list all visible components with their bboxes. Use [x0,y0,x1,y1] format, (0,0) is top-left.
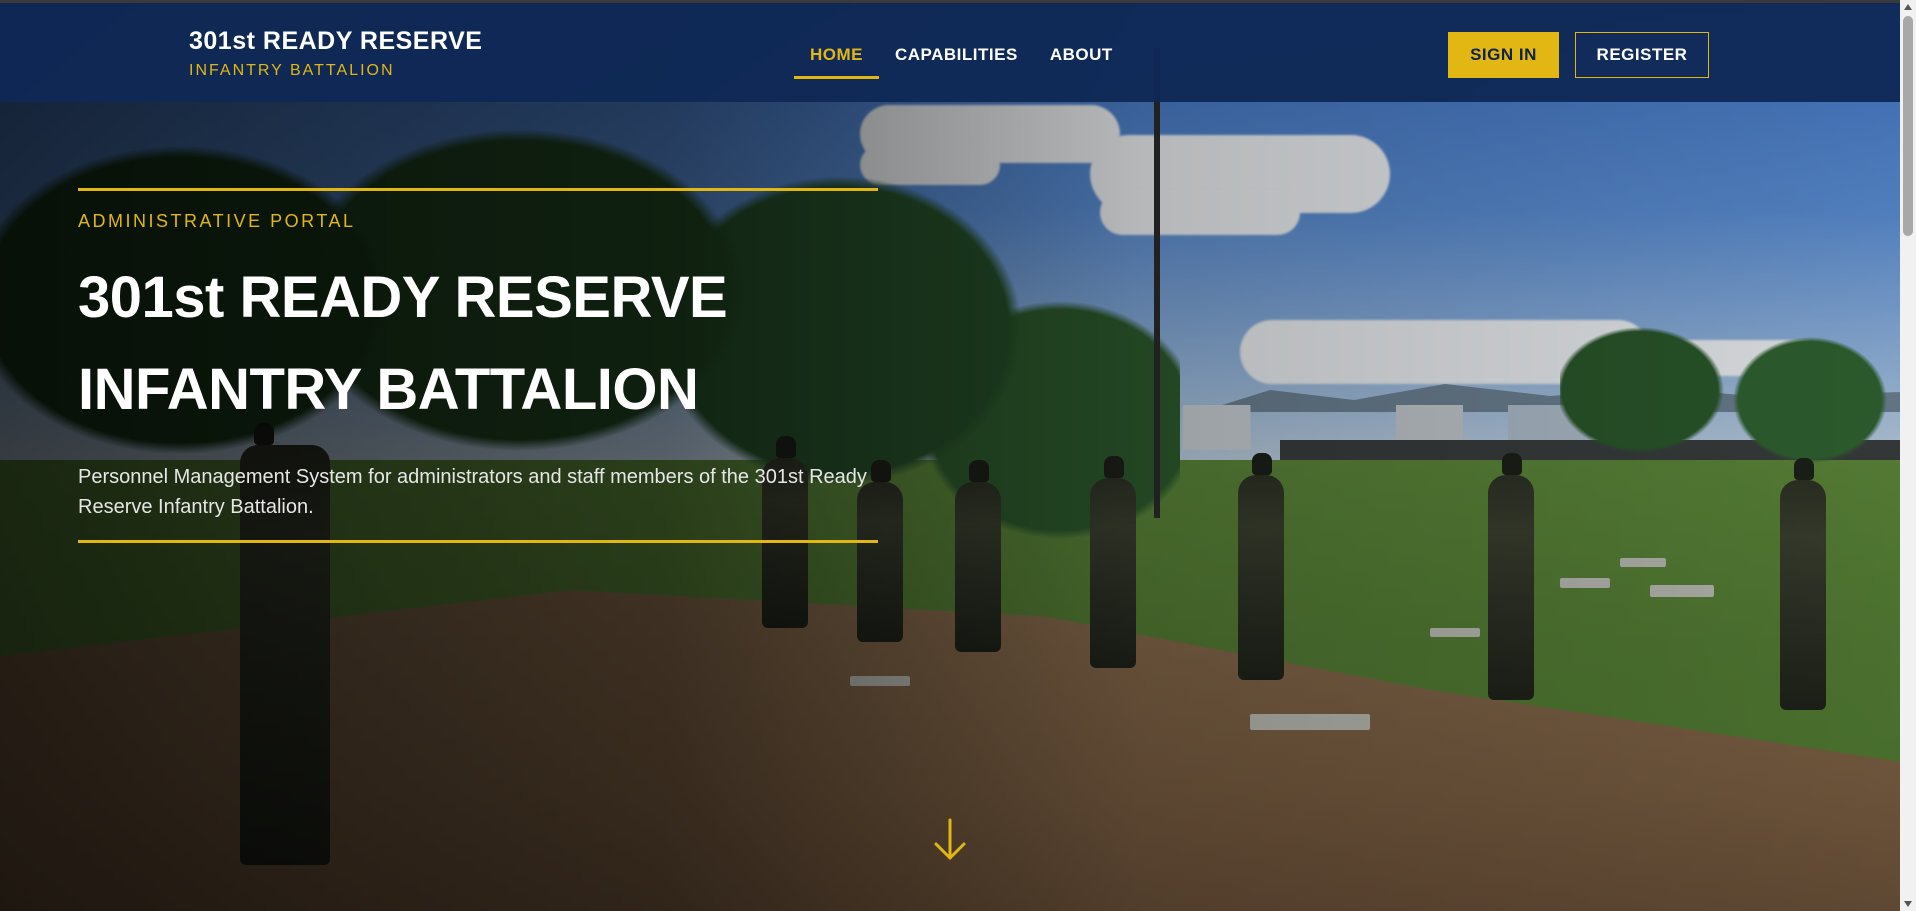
brand-logo[interactable]: 301st READY RESERVE INFANTRY BATTALION [189,27,482,80]
scroll-down-icon[interactable] [1904,901,1912,907]
register-button[interactable]: REGISTER [1575,32,1709,78]
brand-title: 301st READY RESERVE [189,27,483,55]
brand-subtitle: INFANTRY BATTALION [189,62,395,79]
page-scrollbar[interactable] [1900,0,1916,911]
arrow-down-icon[interactable] [930,816,970,864]
hero-description: Personnel Management System for administ… [78,466,867,518]
sign-in-button[interactable]: SIGN IN [1448,32,1559,78]
scrollbar-thumb[interactable] [1903,16,1913,236]
nav-item-capabilities[interactable]: CAPABILITIES [879,43,1034,79]
hero-eyebrow: ADMINISTRATIVE PORTAL [78,211,356,231]
nav-item-about[interactable]: ABOUT [1034,43,1129,79]
hero-section: ADMINISTRATIVE PORTAL 301st READY RESERV… [78,188,878,543]
hero-headline: 301st READY RESERVE INFANTRY BATTALION [78,265,728,422]
nav-item-home[interactable]: HOME [794,43,879,79]
hero-bottom-divider [78,540,878,543]
main-nav: HOME CAPABILITIES ABOUT [794,43,1129,79]
hero-top-divider [78,188,878,191]
scroll-up-icon[interactable] [1904,4,1912,10]
top-navbar: 301st READY RESERVE INFANTRY BATTALION H… [0,0,1900,102]
